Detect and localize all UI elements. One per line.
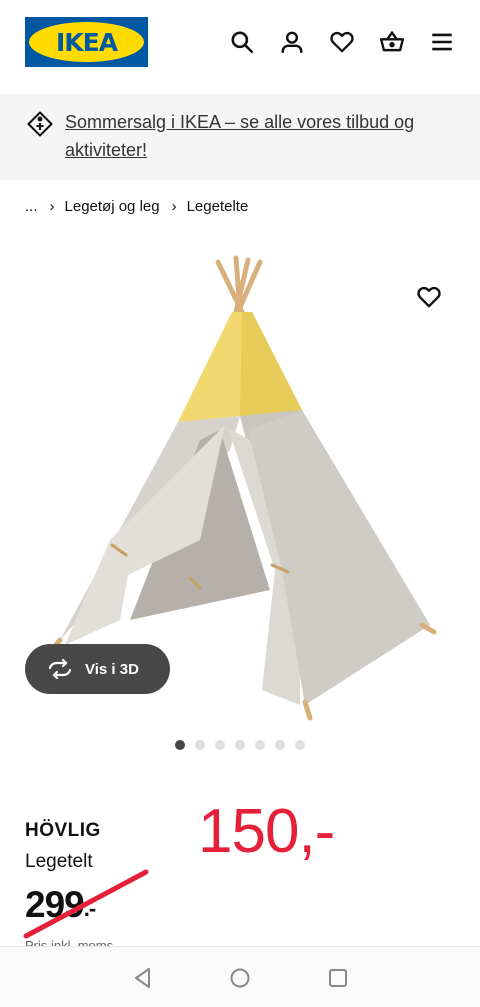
breadcrumb-item-play-tents[interactable]: Legetelte (187, 198, 249, 215)
recents-icon[interactable] (325, 965, 351, 991)
view-in-3d-button[interactable]: Vis i 3D (25, 644, 170, 694)
breadcrumb: ... › Legetøj og leg › Legetelte (25, 195, 248, 217)
gallery-dot[interactable] (175, 740, 185, 750)
user-icon[interactable] (278, 28, 306, 56)
price-note: Pris inkl. moms (25, 938, 114, 946)
gallery-dot[interactable] (235, 740, 245, 750)
ikea-logo[interactable]: IKEA (25, 17, 148, 67)
search-icon[interactable] (228, 28, 256, 56)
home-icon[interactable] (227, 965, 253, 991)
heart-icon[interactable] (328, 28, 356, 56)
gallery-dot[interactable] (215, 740, 225, 750)
view-in-3d-label: Vis i 3D (85, 660, 139, 678)
system-navigation-bar (0, 946, 480, 1007)
chevron-right-icon: › (49, 197, 55, 215)
product-name: HÖVLIG (25, 820, 101, 841)
promo-link[interactable]: Sommersalg i IKEA – se alle vores tilbud… (65, 108, 445, 164)
basket-icon[interactable] (378, 28, 406, 56)
sale-price: 150,- (198, 797, 335, 866)
breadcrumb-ellipsis[interactable]: ... (25, 198, 38, 215)
rotate-3d-icon (48, 659, 72, 679)
gallery-dot[interactable] (275, 740, 285, 750)
favourite-heart-icon[interactable] (416, 284, 444, 312)
gallery-pagination (175, 740, 315, 750)
gallery-dot[interactable] (295, 740, 305, 750)
logo-text: IKEA (55, 27, 118, 57)
header: IKEA (0, 0, 480, 94)
back-icon[interactable] (130, 965, 156, 991)
gallery-dot[interactable] (195, 740, 205, 750)
gallery-dot[interactable] (255, 740, 265, 750)
logo-oval: IKEA (29, 22, 144, 62)
menu-icon[interactable] (428, 28, 456, 56)
price-strikethrough (23, 869, 149, 939)
chevron-right-icon: › (171, 197, 177, 215)
breadcrumb-item-toys[interactable]: Legetøj og leg (65, 198, 160, 215)
price-tag-icon (26, 110, 54, 138)
